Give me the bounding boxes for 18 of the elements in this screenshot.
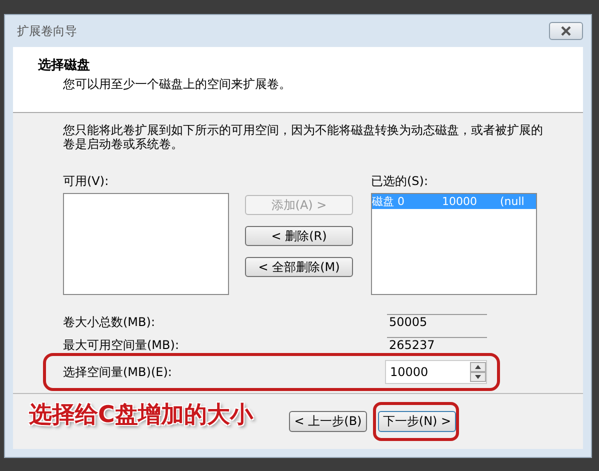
- move-button[interactable]: < 全部删除(M): [245, 257, 353, 277]
- available-list[interactable]: [63, 193, 229, 295]
- wizard-button[interactable]: < 上一步(B): [289, 411, 367, 432]
- close-button[interactable]: [549, 22, 583, 40]
- field-label: 最大可用空间量(MB):: [63, 336, 179, 354]
- window-title: 扩展卷向导: [17, 22, 77, 40]
- available-label: 可用(V):: [63, 173, 110, 190]
- page-heading: 选择磁盘: [38, 57, 91, 74]
- page-subtitle: 您可以用至少一个磁盘上的空间来扩展卷。: [62, 76, 292, 93]
- selected-label: 已选的(S):: [371, 173, 430, 190]
- field-label: 卷大小总数(MB):: [63, 314, 155, 330]
- annotation-caption: 选择给C盘增加的大小: [29, 401, 253, 430]
- move-button[interactable]: < 删除(R): [245, 226, 353, 246]
- size-spinner[interactable]: 10000: [385, 360, 487, 384]
- instruction-text: 您只能将此卷扩展到如下所示的可用空间，因为不能将磁盘转换为动态磁盘，或者被扩展的卷是启动卷或系统卷。: [63, 123, 543, 151]
- close-icon: [560, 26, 572, 36]
- field-label: 选择空间量(MB)(E):: [63, 364, 172, 380]
- wizard-button[interactable]: 下一步(N) >: [378, 411, 456, 432]
